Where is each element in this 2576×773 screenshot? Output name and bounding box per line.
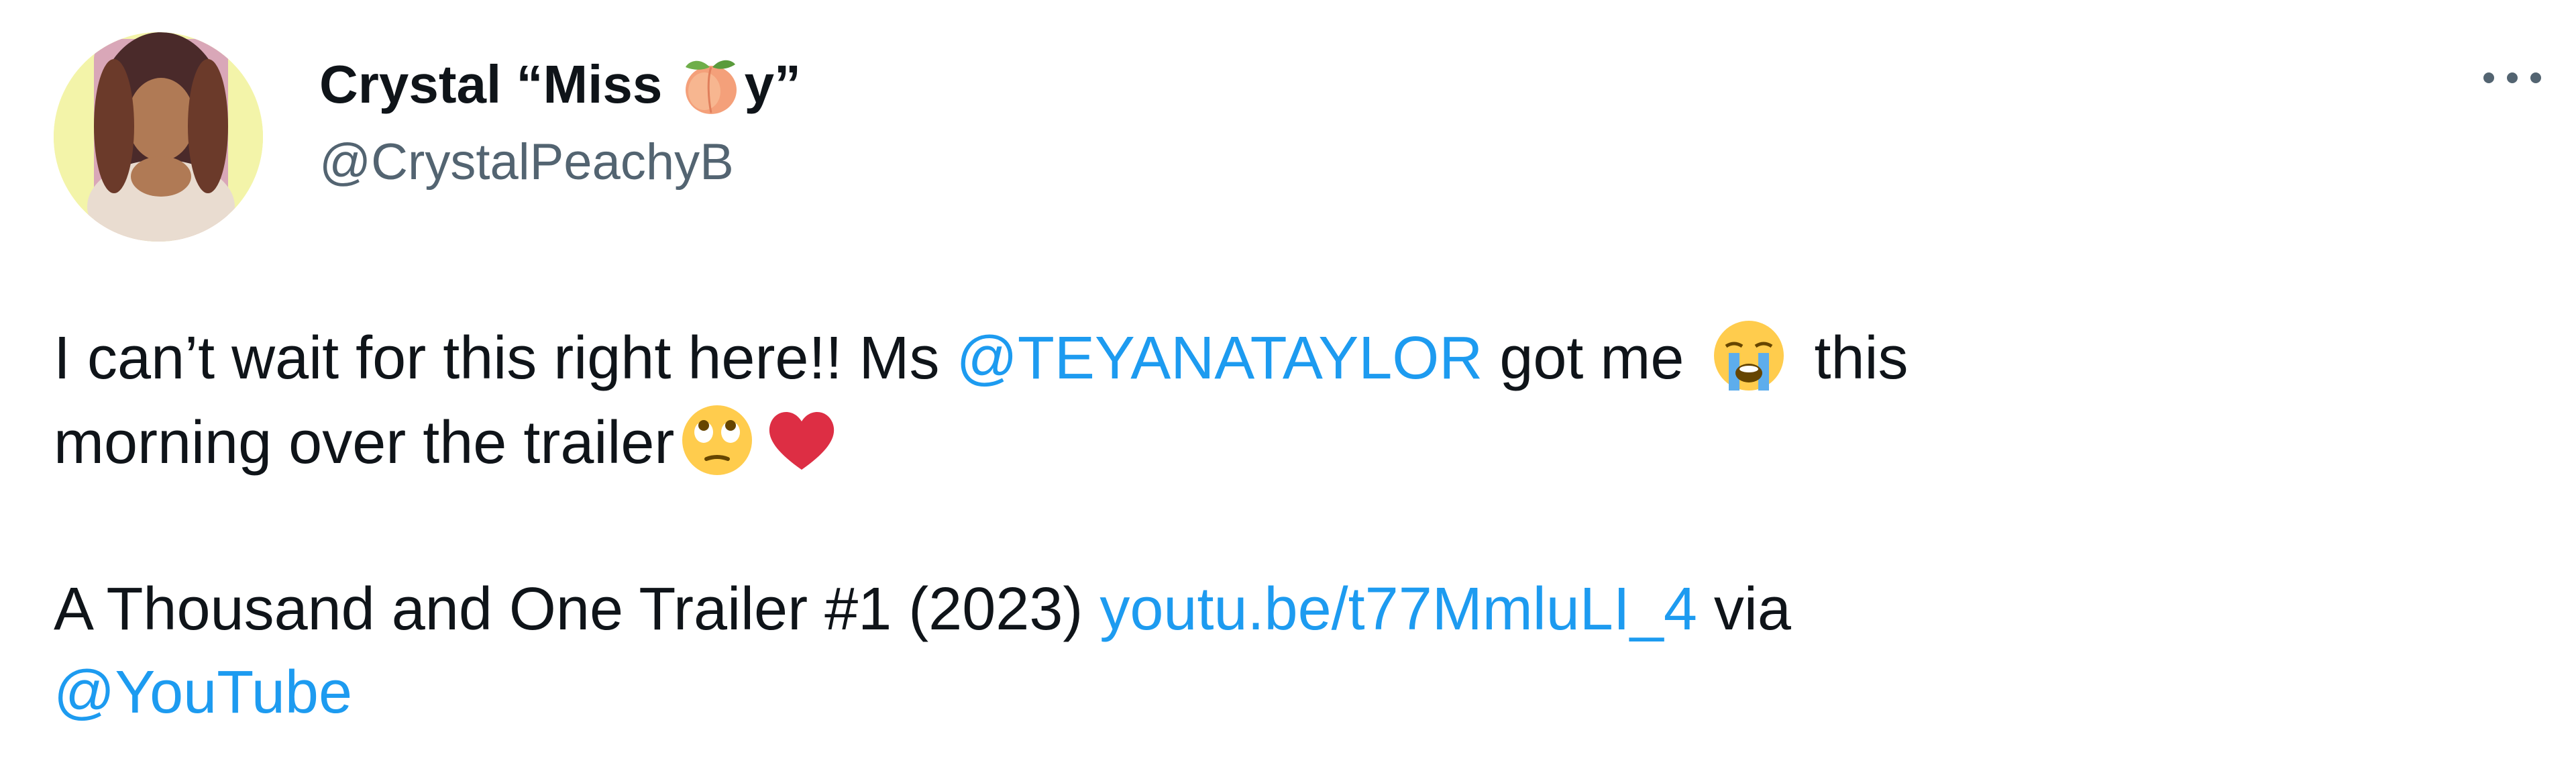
tweet-text-segment: I can’t wait for this right here!! Ms — [54, 325, 957, 392]
face-with-rolling-eyes-icon — [677, 400, 757, 480]
tweet-line-1: I can’t wait for this right here!! Ms @T… — [54, 315, 2522, 400]
tweet-line-4: @YouTube — [54, 651, 2522, 734]
tweet-author: Crystal “Miss y” @CrystalPeachyB — [319, 52, 801, 195]
tweet-text-segment: got me — [1483, 325, 1701, 392]
tweet-text-segment: A Thousand and One Trailer #1 (2023) — [54, 576, 1100, 643]
avatar[interactable] — [54, 32, 263, 242]
avatar-image — [54, 32, 263, 242]
mention-teyanataylor-link[interactable]: @TEYANATAYLOR — [956, 325, 1483, 392]
display-name-prefix: Crystal “Miss — [319, 54, 678, 114]
ellipsis-icon[interactable] — [2475, 64, 2549, 91]
display-name[interactable]: Crystal “Miss y” — [319, 52, 801, 117]
tweet-text-segment: morning over the trailer — [54, 409, 675, 476]
author-handle[interactable]: @CrystalPeachyB — [319, 130, 801, 195]
display-name-suffix: y” — [744, 54, 802, 114]
mention-youtube-link[interactable]: @YouTube — [54, 659, 352, 726]
tweet-text-segment: this — [1797, 325, 1909, 392]
loudly-crying-face-icon — [1709, 315, 1789, 396]
tweet-text: I can’t wait for this right here!! Ms @T… — [54, 315, 2522, 734]
tweet-card: Crystal “Miss y” @CrystalPeachyB I can’t — [0, 0, 2576, 773]
red-heart-icon — [761, 400, 842, 480]
tweet-text-segment: via — [1697, 576, 1791, 643]
tweet-line-2: morning over the trailer — [54, 400, 2522, 484]
tweet-line-3: A Thousand and One Trailer #1 (2023) you… — [54, 568, 2522, 651]
peach-icon — [679, 52, 743, 117]
youtube-video-link[interactable]: youtu.be/t77MmluLI_4 — [1099, 576, 1697, 643]
